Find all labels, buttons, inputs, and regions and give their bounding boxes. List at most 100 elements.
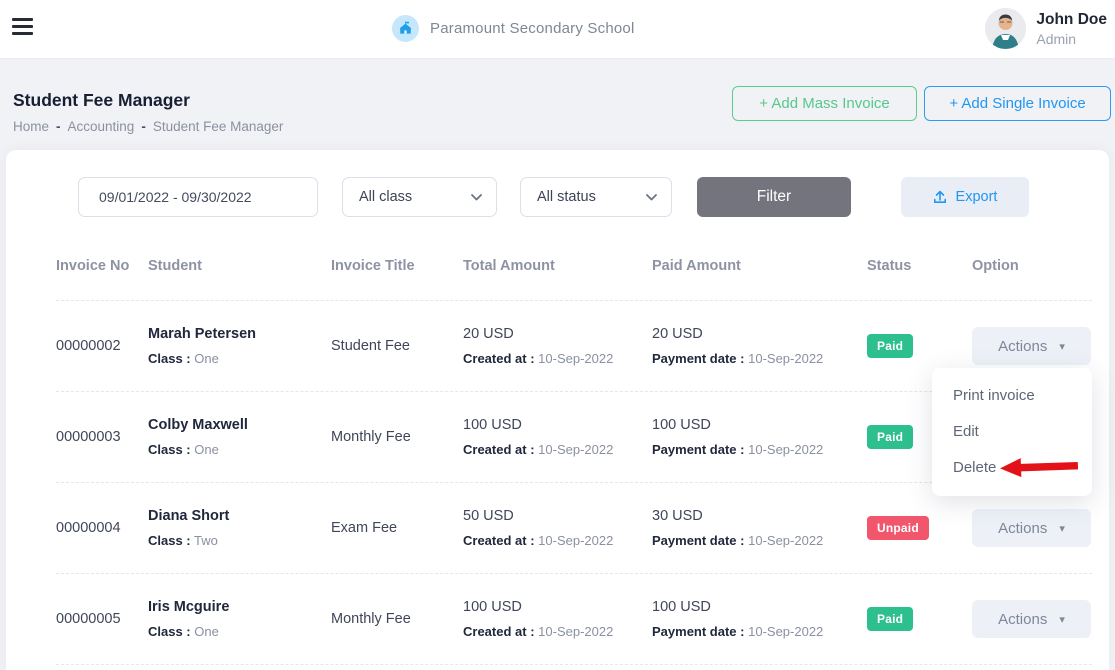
- col-student: Student: [148, 258, 331, 274]
- table-header: Invoice No Student Invoice Title Total A…: [56, 258, 1092, 301]
- created-at-value: 10-Sep-2022: [538, 624, 613, 639]
- actions-button[interactable]: Actions ▾: [972, 600, 1091, 638]
- caret-down-icon: ▾: [1059, 340, 1065, 353]
- col-status: Status: [867, 258, 972, 274]
- invoice-title: Monthly Fee: [331, 611, 463, 627]
- paid-amount: 20 USD: [652, 326, 867, 342]
- class-label: Class :: [148, 624, 191, 639]
- invoice-no: 00000005: [56, 611, 148, 627]
- created-at-value: 10-Sep-2022: [538, 442, 613, 457]
- paid-amount: 100 USD: [652, 599, 867, 615]
- user-menu[interactable]: John Doe Admin: [985, 8, 1107, 49]
- col-total-amount: Total Amount: [463, 258, 652, 274]
- created-at-label: Created at :: [463, 351, 535, 366]
- invoice-no: 00000002: [56, 338, 148, 354]
- payment-date-value: 10-Sep-2022: [748, 533, 823, 548]
- status-filter-select[interactable]: All status: [520, 177, 672, 217]
- col-invoice-no: Invoice No: [56, 258, 148, 274]
- hamburger-menu-icon[interactable]: [12, 18, 34, 40]
- actions-button[interactable]: Actions ▾: [972, 327, 1091, 365]
- breadcrumb-current: Student Fee Manager: [153, 119, 284, 134]
- class-filter-select[interactable]: All class: [342, 177, 497, 217]
- breadcrumb-separator: -: [141, 119, 146, 134]
- upload-icon: [933, 190, 947, 204]
- invoice-no: 00000003: [56, 429, 148, 445]
- table-row: 00000005 Iris Mcguire Class : One Monthl…: [56, 574, 1092, 665]
- filter-bar: All class All status Filter Export: [78, 177, 1029, 217]
- status-badge: Unpaid: [867, 516, 929, 540]
- invoice-no: 00000004: [56, 520, 148, 536]
- table-row: 00000004 Diana Short Class : Two Exam Fe…: [56, 483, 1092, 574]
- student-name: Diana Short: [148, 508, 331, 524]
- class-value: One: [194, 624, 219, 639]
- chevron-down-icon: [646, 194, 657, 201]
- school-name: Paramount Secondary School: [430, 20, 635, 37]
- page-title: Student Fee Manager: [13, 90, 190, 111]
- class-filter-value: All class: [359, 189, 412, 205]
- export-label: Export: [956, 189, 998, 205]
- payment-date-value: 10-Sep-2022: [748, 624, 823, 639]
- class-label: Class :: [148, 351, 191, 366]
- created-at-value: 10-Sep-2022: [538, 351, 613, 366]
- school-logo-icon: [392, 15, 419, 42]
- payment-date-label: Payment date :: [652, 533, 744, 548]
- red-annotation-arrow-icon: [1000, 455, 1079, 480]
- top-header: Paramount Secondary School John Doe Admi…: [0, 0, 1115, 58]
- user-avatar: [985, 8, 1026, 49]
- created-at-label: Created at :: [463, 533, 535, 548]
- breadcrumb-accounting[interactable]: Accounting: [68, 119, 135, 134]
- total-amount: 20 USD: [463, 326, 652, 342]
- payment-date-label: Payment date :: [652, 442, 744, 457]
- filter-button[interactable]: Filter: [697, 177, 851, 217]
- chevron-down-icon: [471, 194, 482, 201]
- add-single-invoice-button[interactable]: + Add Single Invoice: [924, 86, 1111, 121]
- invoice-title: Monthly Fee: [331, 429, 463, 445]
- col-invoice-title: Invoice Title: [331, 258, 463, 274]
- status-badge: Paid: [867, 334, 913, 358]
- breadcrumb-separator: -: [56, 119, 61, 134]
- user-role: Admin: [1036, 30, 1107, 48]
- created-at-label: Created at :: [463, 624, 535, 639]
- date-range-input[interactable]: [78, 177, 318, 217]
- caret-down-icon: ▾: [1059, 613, 1065, 626]
- created-at-label: Created at :: [463, 442, 535, 457]
- payment-date-value: 10-Sep-2022: [748, 351, 823, 366]
- menu-item-edit[interactable]: Edit: [932, 414, 1092, 450]
- status-badge: Paid: [867, 607, 913, 631]
- paid-amount: 30 USD: [652, 508, 867, 524]
- payment-date-label: Payment date :: [652, 624, 744, 639]
- status-filter-value: All status: [537, 189, 596, 205]
- menu-item-print-invoice[interactable]: Print invoice: [932, 378, 1092, 414]
- actions-button[interactable]: Actions ▾: [972, 509, 1091, 547]
- invoice-title: Exam Fee: [331, 520, 463, 536]
- class-label: Class :: [148, 442, 191, 457]
- breadcrumb: Home-Accounting-Student Fee Manager: [13, 119, 283, 134]
- export-button[interactable]: Export: [901, 177, 1029, 217]
- col-option: Option: [972, 258, 1092, 274]
- total-amount: 100 USD: [463, 599, 652, 615]
- actions-label: Actions: [998, 338, 1047, 355]
- col-paid-amount: Paid Amount: [652, 258, 867, 274]
- payment-date-label: Payment date :: [652, 351, 744, 366]
- total-amount: 100 USD: [463, 417, 652, 433]
- actions-label: Actions: [998, 611, 1047, 628]
- class-value: Two: [194, 533, 218, 548]
- total-amount: 50 USD: [463, 508, 652, 524]
- status-badge: Paid: [867, 425, 913, 449]
- class-value: One: [194, 442, 219, 457]
- actions-label: Actions: [998, 520, 1047, 537]
- school-brand: Paramount Secondary School: [392, 15, 635, 42]
- student-name: Colby Maxwell: [148, 417, 331, 433]
- created-at-value: 10-Sep-2022: [538, 533, 613, 548]
- user-name: John Doe: [1036, 10, 1107, 30]
- class-label: Class :: [148, 533, 191, 548]
- add-mass-invoice-button[interactable]: + Add Mass Invoice: [732, 86, 917, 121]
- breadcrumb-home[interactable]: Home: [13, 119, 49, 134]
- class-value: One: [194, 351, 219, 366]
- student-name: Marah Petersen: [148, 326, 331, 342]
- invoice-title: Student Fee: [331, 338, 463, 354]
- paid-amount: 100 USD: [652, 417, 867, 433]
- payment-date-value: 10-Sep-2022: [748, 442, 823, 457]
- student-name: Iris Mcguire: [148, 599, 331, 615]
- caret-down-icon: ▾: [1059, 522, 1065, 535]
